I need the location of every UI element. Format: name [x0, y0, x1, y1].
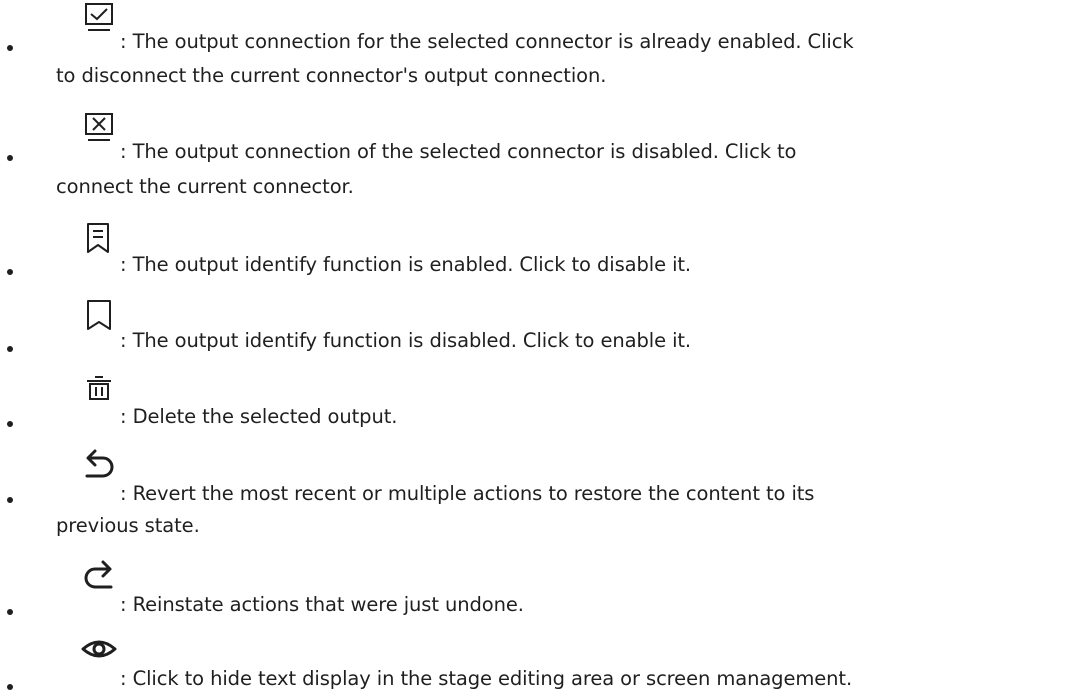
item-text-line: : Delete the selected output.	[120, 405, 398, 428]
item-text-line: to disconnect the current connector's ou…	[56, 64, 607, 87]
item-text-line: connect the current connector.	[56, 175, 354, 198]
item-text-line: : Reinstate actions that were just undon…	[120, 593, 524, 616]
checkbox-x-icon	[79, 110, 119, 150]
item-text-line: : The output identify function is disabl…	[120, 329, 692, 352]
undo-icon	[79, 448, 119, 488]
bullet	[7, 155, 13, 161]
item-text-line: previous state.	[56, 514, 200, 537]
checkbox-checked-icon	[79, 0, 119, 40]
item-text-line: : Click to hide text display in the stag…	[120, 667, 853, 690]
bookmark-lines-icon	[79, 218, 119, 258]
eye-icon	[79, 636, 119, 676]
bullet	[7, 421, 13, 427]
item-text-line: : The output identify function is enable…	[120, 253, 692, 276]
redo-icon	[79, 559, 119, 599]
item-text-line: : The output connection of the selected …	[120, 140, 797, 163]
bullet	[7, 269, 13, 275]
bullet	[7, 45, 13, 51]
item-text-line: : Revert the most recent or multiple act…	[120, 482, 815, 505]
bullet	[7, 684, 13, 690]
item-text-line: : The output connection for the selected…	[120, 30, 854, 53]
bullet	[7, 609, 13, 615]
bookmark-icon	[79, 295, 119, 335]
bullet	[7, 497, 13, 503]
bullet	[7, 346, 13, 352]
trash-icon	[79, 372, 119, 412]
